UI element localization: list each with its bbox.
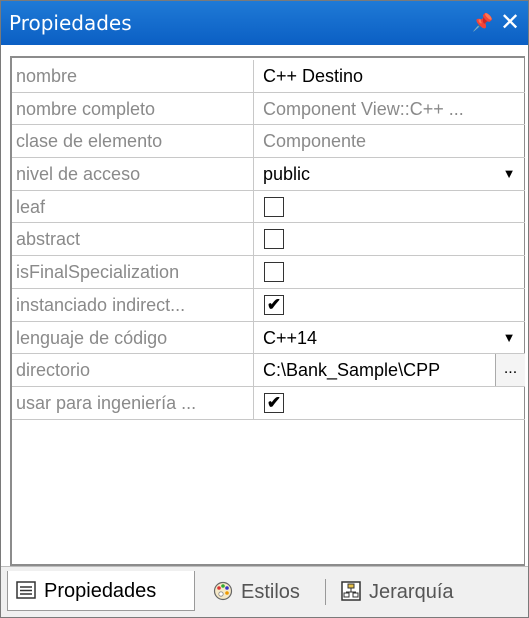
property-row[interactable]: nombre completo Component View::C++ ... — [12, 92, 525, 126]
browse-button[interactable]: ... — [495, 354, 525, 386]
property-value: Componente — [255, 125, 525, 157]
property-checkbox[interactable] — [264, 262, 284, 283]
property-value-text: C++ Destino — [263, 66, 364, 86]
property-value-text: Component View::C++ ... — [263, 98, 464, 119]
tab-label: Jerarquía — [369, 581, 454, 603]
property-value[interactable]: ✔ — [255, 387, 525, 419]
property-value[interactable]: C++ Destino — [255, 60, 525, 92]
tab-jerarquia[interactable]: Jerarquía — [333, 572, 463, 612]
palette-icon — [213, 581, 233, 601]
property-label: abstract — [12, 223, 254, 256]
tab-label: Estilos — [241, 581, 300, 603]
tab-bar: Propiedades Estilos Jerarquía — [1, 566, 528, 617]
property-value-text: C++14 — [263, 327, 318, 348]
property-row[interactable]: nombre C++ Destino — [12, 60, 525, 93]
properties-icon — [16, 581, 36, 599]
property-label: lenguaje de código — [12, 321, 254, 354]
pin-icon[interactable]: 📌 — [472, 1, 494, 45]
property-checkbox[interactable]: ✔ — [264, 392, 284, 413]
property-value[interactable] — [255, 256, 525, 288]
property-row[interactable]: directorio C:\Bank_Sample\CPP... — [12, 354, 525, 387]
tab-separator — [325, 579, 326, 605]
property-label: usar para ingeniería ... — [12, 386, 254, 419]
property-row[interactable]: lenguaje de código C++14 ▼ — [12, 321, 525, 355]
property-grid: nombre C++ Destino nombre completo Componen… — [10, 56, 525, 566]
property-label: nombre — [12, 60, 254, 92]
tab-label: Propiedades — [44, 580, 157, 602]
property-row[interactable]: nivel de acceso public ▼ — [12, 158, 525, 191]
property-label: leaf — [12, 190, 254, 223]
property-checkbox[interactable] — [264, 196, 284, 217]
property-row[interactable]: abstract — [12, 223, 525, 257]
property-value-text: Componente — [263, 131, 367, 152]
property-value[interactable]: C++14 ▼ — [255, 322, 525, 354]
property-row[interactable]: isFinalSpecialization — [12, 256, 525, 289]
panel-title: Propiedades — [9, 11, 132, 35]
property-checkbox[interactable] — [264, 229, 284, 250]
property-label: isFinalSpecialization — [12, 256, 254, 288]
property-value[interactable]: ✔ — [255, 289, 525, 321]
property-row[interactable]: instanciado indirect... ✔ — [12, 288, 525, 322]
property-value[interactable] — [255, 191, 525, 223]
property-value: Component View::C++ ... — [255, 93, 525, 125]
tab-estilos[interactable]: Estilos — [205, 572, 315, 612]
property-label: directorio — [12, 354, 254, 386]
property-value[interactable]: public ▼ — [255, 158, 525, 190]
property-value-text: public — [263, 164, 311, 185]
tab-propiedades[interactable]: Propiedades — [7, 571, 195, 611]
property-label: nivel de acceso — [12, 158, 254, 190]
property-row[interactable]: leaf — [12, 190, 525, 224]
property-label: clase de elemento — [12, 125, 254, 158]
dropdown-arrow-icon[interactable]: ▼ — [499, 158, 519, 190]
property-value[interactable]: C:\Bank_Sample\CPP... — [255, 354, 525, 386]
property-label: nombre completo — [12, 92, 254, 125]
hierarchy-icon — [341, 581, 361, 601]
property-label: instanciado indirect... — [12, 288, 254, 321]
property-value-text: C:\Bank_Sample\CPP — [263, 360, 441, 381]
property-row[interactable]: clase de elemento Componente — [12, 125, 525, 159]
panel-titlebar[interactable]: Propiedades 📌 ✕ — [1, 1, 528, 45]
properties-panel: Propiedades 📌 ✕ nombre C++ Destino nombre … — [0, 0, 529, 618]
property-value[interactable] — [255, 223, 525, 255]
property-row[interactable]: usar para ingeniería ... ✔ — [12, 386, 525, 420]
dropdown-arrow-icon[interactable]: ▼ — [499, 322, 519, 354]
close-icon[interactable]: ✕ — [498, 1, 522, 45]
property-checkbox[interactable]: ✔ — [264, 294, 284, 315]
